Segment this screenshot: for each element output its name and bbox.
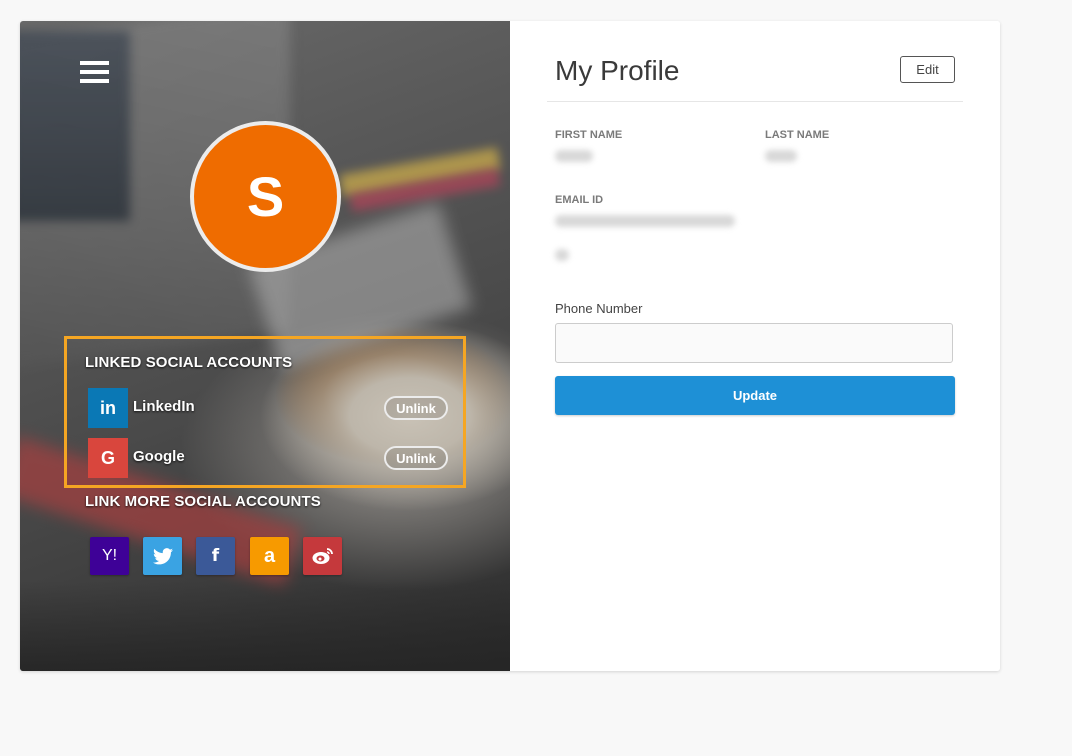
edit-button[interactable]: Edit — [900, 56, 955, 83]
profile-details: My Profile Edit FIRST NAME LAST NAME EMA… — [510, 21, 1000, 671]
linked-account-google: G Google Unlink — [88, 438, 448, 478]
background-screen — [20, 31, 130, 221]
phone-number-input[interactable] — [555, 323, 953, 363]
amazon-icon[interactable]: a — [250, 537, 289, 575]
divider — [547, 101, 963, 102]
last-name-value-redacted — [765, 150, 797, 162]
yahoo-icon[interactable]: Y! — [90, 537, 129, 575]
profile-card: S LINKED SOCIAL ACCOUNTS in LinkedIn Unl… — [20, 21, 1000, 671]
avatar: S — [190, 121, 341, 272]
email-label: EMAIL ID — [555, 194, 604, 206]
unlink-linkedin-button[interactable]: Unlink — [384, 396, 448, 420]
background-shadow — [20, 581, 510, 671]
hamburger-menu-icon[interactable] — [80, 61, 109, 85]
page-title: My Profile — [555, 55, 680, 86]
phone-number-label: Phone Number — [555, 301, 643, 316]
linked-accounts-highlight: LINKED SOCIAL ACCOUNTS in LinkedIn Unlin… — [64, 336, 466, 488]
first-name-value-redacted — [555, 150, 593, 162]
profile-sidebar: S LINKED SOCIAL ACCOUNTS in LinkedIn Unl… — [20, 21, 510, 671]
link-more-title: LINK MORE SOCIAL ACCOUNTS — [85, 493, 321, 510]
linked-account-linkedin: in LinkedIn Unlink — [88, 388, 448, 428]
unlink-google-button[interactable]: Unlink — [384, 446, 448, 470]
google-icon: G — [88, 438, 128, 478]
update-button[interactable]: Update — [555, 376, 955, 415]
facebook-icon[interactable]: f — [196, 537, 235, 575]
linked-account-name: Google — [133, 448, 185, 465]
linkedin-icon: in — [88, 388, 128, 428]
avatar-initial: S — [246, 165, 285, 228]
linked-account-name: LinkedIn — [133, 398, 195, 415]
email-value-redacted — [555, 215, 735, 227]
weibo-icon[interactable] — [303, 537, 342, 575]
first-name-label: FIRST NAME — [555, 129, 623, 141]
last-name-label: LAST NAME — [765, 129, 830, 141]
linked-accounts-title: LINKED SOCIAL ACCOUNTS — [85, 354, 293, 371]
twitter-icon[interactable] — [143, 537, 182, 575]
email-value-redacted — [555, 249, 569, 261]
